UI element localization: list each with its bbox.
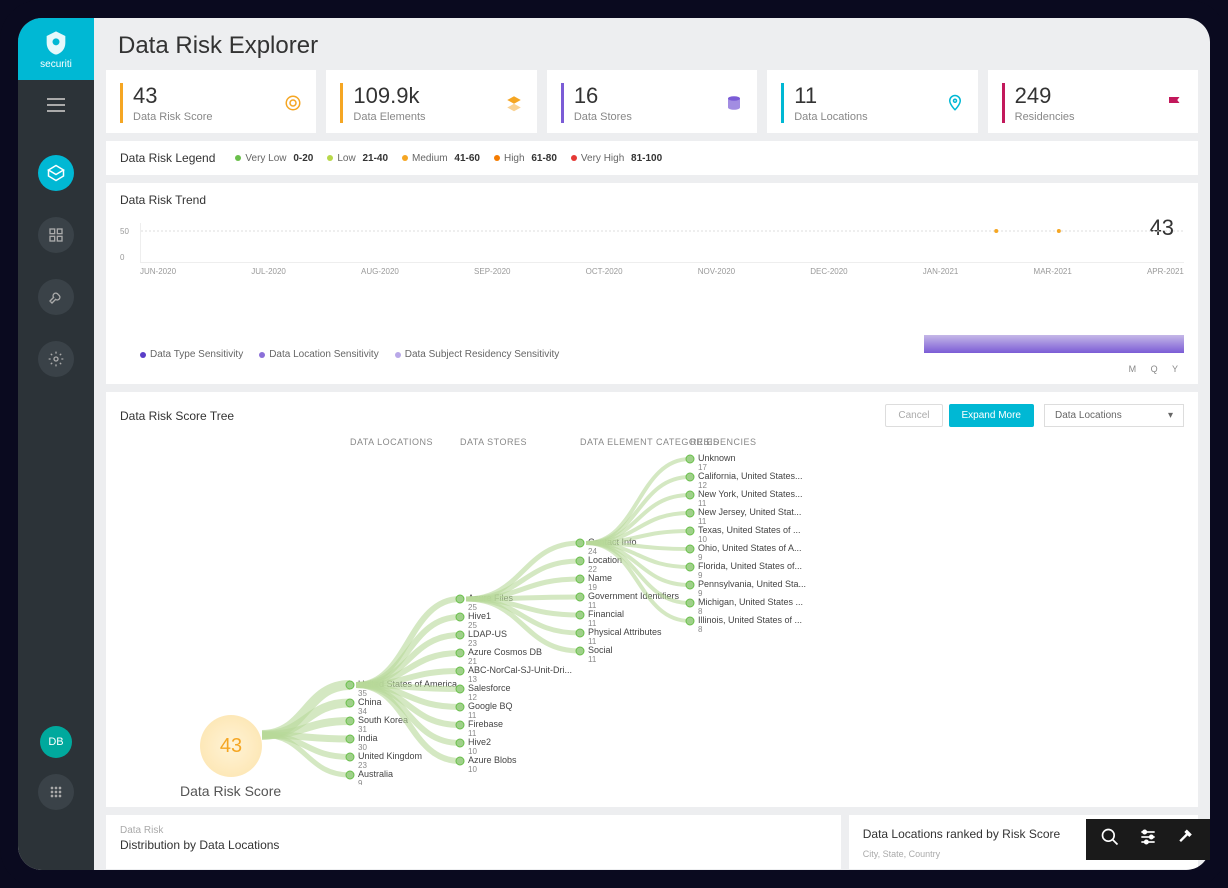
trend-plot[interactable] (140, 223, 1184, 263)
svg-text:LDAP-US: LDAP-US (468, 629, 507, 639)
svg-text:9: 9 (358, 779, 363, 785)
page-title: Data Risk Explorer (118, 32, 1186, 60)
svg-text:Social: Social (588, 645, 613, 655)
sliders-icon[interactable] (1138, 827, 1158, 852)
svg-text:New Jersey, United Stat...: New Jersey, United Stat... (698, 507, 801, 517)
svg-text:New York, United States...: New York, United States... (698, 489, 803, 499)
kpi-data-locations[interactable]: 11Data Locations (767, 70, 977, 133)
kpi-residencies[interactable]: 249Residencies (988, 70, 1198, 133)
svg-text:United Kingdom: United Kingdom (358, 751, 422, 761)
svg-text:Financial: Financial (588, 609, 624, 619)
svg-text:Ohio, United States of A...: Ohio, United States of A... (698, 543, 802, 553)
user-avatar[interactable]: DB (40, 726, 72, 758)
database-icon (725, 94, 743, 112)
tree-diagram[interactable]: United States of America35China34South K… (120, 435, 1184, 785)
legend-title: Data Risk Legend (120, 151, 215, 165)
legend-item: Low 21-40 (327, 153, 388, 164)
cancel-button[interactable]: Cancel (885, 404, 942, 427)
svg-text:Google BQ: Google BQ (468, 701, 513, 711)
svg-text:Physical Attributes: Physical Attributes (588, 627, 662, 637)
sidebar: securiti DB (18, 18, 94, 870)
target-icon (284, 94, 302, 112)
trend-title: Data Risk Trend (120, 193, 1184, 207)
svg-text:Texas, United States of ...: Texas, United States of ... (698, 525, 801, 535)
svg-text:Australia: Australia (358, 769, 393, 779)
svg-text:Firebase: Firebase (468, 719, 503, 729)
tree-title: Data Risk Score Tree (120, 409, 879, 423)
nav-wrench-icon[interactable] (38, 279, 74, 315)
svg-text:Azure Cosmos DB: Azure Cosmos DB (468, 647, 542, 657)
brand-text: securiti (40, 59, 72, 70)
kpi-risk-score[interactable]: 43Data Risk Score (106, 70, 316, 133)
trend-range-controls[interactable]: M Q Y (120, 364, 1184, 374)
main-content: Data Risk Explorer 43Data Risk Score 109… (94, 18, 1210, 870)
brand-logo[interactable]: securiti (18, 18, 94, 80)
svg-text:California, United States...: California, United States... (698, 471, 803, 481)
legend-item: Medium 41-60 (402, 153, 480, 164)
svg-text:India: India (358, 733, 378, 743)
trend-stacked-band (924, 335, 1184, 353)
tree-grouping-select[interactable]: Data Locations ▾ (1044, 404, 1184, 427)
svg-text:ABC-NorCal-SJ-Unit-Dri...: ABC-NorCal-SJ-Unit-Dri... (468, 665, 572, 675)
nav-dashboard-icon[interactable] (38, 217, 74, 253)
pin-icon (946, 94, 964, 112)
legend-item: High 61-80 (494, 153, 557, 164)
distribution-panel: Data Risk Distribution by Data Locations (106, 815, 841, 869)
svg-text:Name: Name (588, 573, 612, 583)
menu-toggle-icon[interactable] (47, 98, 65, 117)
risk-trend-panel: Data Risk Trend 43 50 0 JUN-2020JUL-2020… (106, 183, 1198, 384)
legend-item: Very Low 0-20 (235, 153, 313, 164)
root-score-label: Data Risk Score (180, 783, 281, 799)
risk-legend-panel: Data Risk Legend Very Low 0-20 Low 21-40 M… (106, 141, 1198, 175)
svg-text:Salesforce: Salesforce (468, 683, 511, 693)
nav-apps-icon[interactable] (38, 774, 74, 810)
nav-cube-icon[interactable] (38, 155, 74, 191)
kpi-data-stores[interactable]: 16Data Stores (547, 70, 757, 133)
kpi-data-elements[interactable]: 109.9kData Elements (326, 70, 536, 133)
svg-text:Florida, United States of...: Florida, United States of... (698, 561, 802, 571)
risk-tree-panel: Data Risk Score Tree Cancel Expand More … (106, 392, 1198, 807)
kpi-row: 43Data Risk Score 109.9kData Elements 16… (94, 70, 1210, 141)
root-score-badge: 43 (200, 715, 262, 777)
svg-text:11: 11 (588, 655, 597, 664)
tool-tray (1086, 819, 1210, 860)
svg-text:Pennsylvania, United Sta...: Pennsylvania, United Sta... (698, 579, 806, 589)
hammer-icon[interactable] (1176, 827, 1196, 852)
svg-text:Azure Blobs: Azure Blobs (468, 755, 517, 765)
svg-text:Michigan, United States ...: Michigan, United States ... (698, 597, 803, 607)
svg-text:Hive1: Hive1 (468, 611, 491, 621)
svg-text:Hive2: Hive2 (468, 737, 491, 747)
search-icon[interactable] (1100, 827, 1120, 852)
svg-text:Unknown: Unknown (698, 453, 736, 463)
page-header: Data Risk Explorer (94, 18, 1210, 70)
legend-item: Very High 81-100 (571, 153, 662, 164)
expand-more-button[interactable]: Expand More (949, 404, 1034, 427)
svg-text:8: 8 (698, 625, 703, 634)
flag-icon (1166, 94, 1184, 112)
svg-text:10: 10 (468, 765, 477, 774)
nav-gear-icon[interactable] (38, 341, 74, 377)
layers-icon (505, 94, 523, 112)
svg-text:China: China (358, 697, 382, 707)
svg-text:Illinois, United States of ...: Illinois, United States of ... (698, 615, 802, 625)
chevron-down-icon: ▾ (1168, 410, 1173, 421)
trend-x-axis: JUN-2020JUL-2020AUG-2020SEP-2020OCT-2020… (140, 267, 1184, 276)
